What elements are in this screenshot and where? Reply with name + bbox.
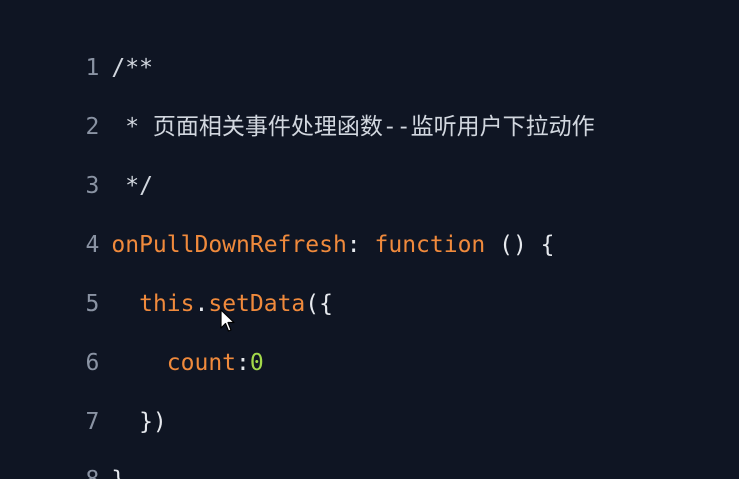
code-line-4: 4 onPullDownRefresh: function () { <box>0 185 555 258</box>
colon-token: : <box>236 350 250 376</box>
colon-token: : <box>346 232 375 258</box>
punctuation-token: () { <box>485 232 555 258</box>
code-line-1: 1/** <box>0 8 153 81</box>
property-name: count <box>166 350 237 376</box>
keyword-function: function <box>374 232 486 258</box>
code-line-8: 8} <box>0 420 126 479</box>
number-literal: 0 <box>249 350 264 376</box>
code-line-3: 3 */ <box>0 126 153 199</box>
code-line-2: 2 * 页面相关事件处理函数--监听用户下拉动作 <box>0 67 595 140</box>
mouse-pointer-icon <box>220 309 235 332</box>
code-content: } <box>111 460 125 479</box>
punctuation-token: ({ <box>305 291 333 317</box>
comment-text: * 页面相关事件处理函数--监听用户下拉动作 <box>111 114 595 140</box>
code-line-5: 5 this.setData({ <box>0 244 333 317</box>
code-line-7: 7 }) <box>0 362 167 435</box>
line-number: 8 <box>55 460 111 479</box>
code-editor[interactable]: 1/** 2 * 页面相关事件处理函数--监听用户下拉动作 3 */ 4 onPu… <box>0 0 739 479</box>
